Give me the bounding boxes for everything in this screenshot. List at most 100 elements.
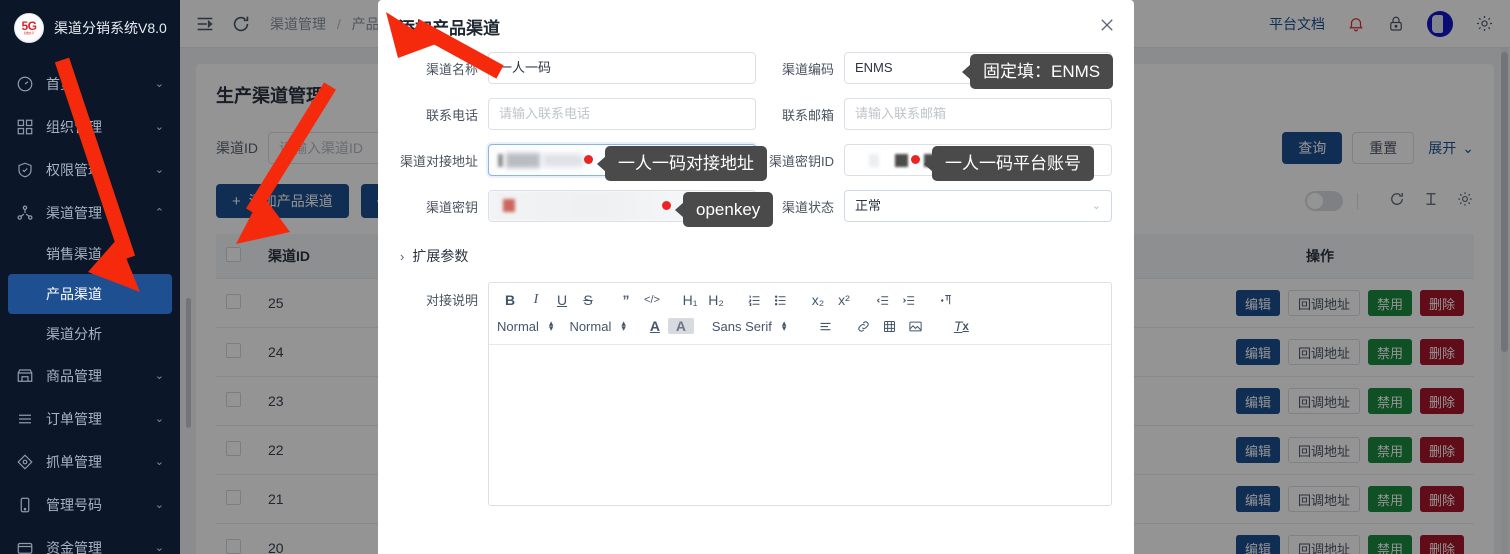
chevron-down-icon: ⌄ <box>1092 191 1101 221</box>
sidebar-item-goods[interactable]: 商品管理 ⌄ <box>0 354 180 397</box>
outdent-icon[interactable] <box>869 293 895 308</box>
app-root: 5G 和数充享 渠道分销系统V8.0 首页 ⌄ 组织管理 ⌄ 权限管理 ⌄ <box>0 0 1510 554</box>
font-family-select[interactable]: Sans Serif ▴▾ <box>712 319 787 334</box>
form-row-3: 渠道对接地址 一人一码对接地址 渠道密钥ID 一人一码平台账号 <box>400 144 1112 176</box>
editor-content-area[interactable] <box>489 345 1111 505</box>
field-channel-key-id: 渠道密钥ID 一人一码平台账号 <box>756 144 1112 176</box>
sidebar-label-manage-number: 管理号码 <box>46 495 155 515</box>
label-description: 对接说明 <box>400 282 488 506</box>
extended-params-label: 扩展参数 <box>412 246 468 266</box>
label-channel-key-id: 渠道密钥ID <box>756 151 844 170</box>
chevron-up-icon: ⌃ <box>155 206 164 219</box>
rich-text-editor: B I U S ” </> H₁ H₂ x₂ <box>488 282 1112 506</box>
field-channel-code: 渠道编码 ENMS 固定填：ENMS <box>756 52 1112 84</box>
input-contact-email[interactable]: 请输入联系邮箱 <box>844 98 1112 130</box>
text-direction-icon[interactable] <box>933 293 959 308</box>
clear-format-icon[interactable]: Tx <box>948 318 974 334</box>
sidebar-label-goods: 商品管理 <box>46 366 155 386</box>
callout-channel-key-id: 一人一码平台账号 <box>932 146 1094 181</box>
sidebar-item-channel[interactable]: 渠道管理 ⌃ <box>0 191 180 234</box>
annotation-dot <box>911 155 920 164</box>
sidebar-item-fund[interactable]: 资金管理 ⌄ <box>0 526 180 554</box>
sidebar-label-fund: 资金管理 <box>46 538 155 554</box>
superscript-icon[interactable]: x² <box>831 292 857 308</box>
chevron-updown-icon: ▴▾ <box>782 321 787 331</box>
sidebar-label-grab-order: 抓单管理 <box>46 452 155 472</box>
sidebar-item-channel-analysis[interactable]: 渠道分析 <box>0 314 180 354</box>
dialog-title: 添加产品渠道 <box>398 14 500 39</box>
grid-icon <box>16 118 34 136</box>
chevron-updown-icon: ▴▾ <box>549 321 554 331</box>
annotation-dot <box>584 155 593 164</box>
background-color-icon[interactable]: A <box>668 318 694 334</box>
sidebar-label-permission: 权限管理 <box>46 160 155 180</box>
form-row-1: 渠道名称 一人一码 渠道编码 ENMS 固定填：ENMS <box>400 52 1112 84</box>
extended-params-toggle[interactable]: › 扩展参数 <box>378 236 1134 266</box>
list-bullet-icon[interactable] <box>767 293 793 308</box>
sidebar-label-org: 组织管理 <box>46 117 155 137</box>
field-channel-secret: 渠道密钥 openkey <box>400 190 756 222</box>
font-size-select[interactable]: Normal ▴▾ <box>497 319 553 334</box>
sidebar-label-sales-channel: 销售渠道 <box>46 244 102 264</box>
shield-icon <box>16 161 34 179</box>
font-color-icon[interactable]: A <box>642 318 668 334</box>
list-ordered-icon[interactable] <box>741 293 767 308</box>
select-channel-status[interactable]: 正常 ⌄ <box>844 190 1112 222</box>
italic-icon[interactable]: I <box>523 292 549 308</box>
sidebar-item-org[interactable]: 组织管理 ⌄ <box>0 105 180 148</box>
sidebar-label-order: 订单管理 <box>46 409 155 429</box>
form-row-2: 联系电话 请输入联系电话 联系邮箱 请输入联系邮箱 <box>400 98 1112 130</box>
align-icon[interactable] <box>812 319 838 334</box>
sidebar-item-home[interactable]: 首页 ⌄ <box>0 62 180 105</box>
sidebar-item-grab-order[interactable]: 抓单管理 ⌄ <box>0 440 180 483</box>
field-channel-url: 渠道对接地址 一人一码对接地址 <box>400 144 756 176</box>
sidebar-label-home: 首页 <box>46 74 155 94</box>
chevron-down-icon: ⌄ <box>155 412 164 425</box>
sidebar-label-product-channel: 产品渠道 <box>46 284 102 304</box>
link-icon[interactable] <box>850 319 876 334</box>
dialog-form: 渠道名称 一人一码 渠道编码 ENMS 固定填：ENMS 联系电话 请输入联系电… <box>378 52 1134 222</box>
input-contact-phone[interactable]: 请输入联系电话 <box>488 98 756 130</box>
callout-channel-url: 一人一码对接地址 <box>605 146 767 181</box>
indent-icon[interactable] <box>895 293 921 308</box>
diamond-icon <box>16 453 34 471</box>
strikethrough-icon[interactable]: S <box>575 292 601 308</box>
sidebar-item-product-channel[interactable]: 产品渠道 <box>8 274 172 314</box>
sidebar-item-manage-number[interactable]: 管理号码 ⌄ <box>0 483 180 526</box>
sidebar-item-permission[interactable]: 权限管理 ⌄ <box>0 148 180 191</box>
chevron-down-icon: ⌄ <box>155 455 164 468</box>
blockquote-icon[interactable]: ” <box>613 292 639 308</box>
close-icon[interactable] <box>1098 16 1116 34</box>
image-icon[interactable] <box>902 319 928 334</box>
brand: 5G 和数充享 渠道分销系统V8.0 <box>0 0 180 56</box>
dialog-header: 添加产品渠道 <box>378 0 1134 52</box>
input-channel-name[interactable]: 一人一码 <box>488 52 756 84</box>
annotation-dot <box>662 201 671 210</box>
chevron-down-icon: ⌄ <box>155 120 164 133</box>
underline-icon[interactable]: U <box>549 292 575 308</box>
add-product-channel-dialog: 添加产品渠道 渠道名称 一人一码 渠道编码 ENMS 固定填：ENMS <box>378 0 1134 554</box>
list-icon <box>16 410 34 428</box>
sidebar-item-order[interactable]: 订单管理 ⌄ <box>0 397 180 440</box>
label-channel-url: 渠道对接地址 <box>400 151 488 170</box>
header-level-value: Normal <box>569 319 611 334</box>
redacted-value <box>498 153 583 168</box>
store-icon <box>16 367 34 385</box>
sidebar-label-channel-analysis: 渠道分析 <box>46 324 102 344</box>
field-contact-email: 联系邮箱 请输入联系邮箱 <box>756 98 1112 130</box>
field-channel-status: 渠道状态 正常 ⌄ <box>756 190 1112 222</box>
header-level-select[interactable]: Normal ▴▾ <box>569 319 625 334</box>
video-icon[interactable] <box>876 319 902 334</box>
chevron-down-icon: ⌄ <box>155 498 164 511</box>
heading-1-icon[interactable]: H₁ <box>677 292 703 308</box>
bold-icon[interactable]: B <box>497 292 523 308</box>
sidebar-label-channel: 渠道管理 <box>46 203 155 223</box>
sidebar-item-sales-channel[interactable]: 销售渠道 <box>0 234 180 274</box>
chevron-right-icon: › <box>400 249 404 264</box>
code-block-icon[interactable]: </> <box>639 294 665 306</box>
phone-icon <box>16 496 34 514</box>
heading-2-icon[interactable]: H₂ <box>703 292 729 308</box>
subscript-icon[interactable]: x₂ <box>805 292 831 308</box>
app-logo-icon: 5G 和数充享 <box>14 13 44 43</box>
chevron-down-icon: ⌄ <box>155 369 164 382</box>
